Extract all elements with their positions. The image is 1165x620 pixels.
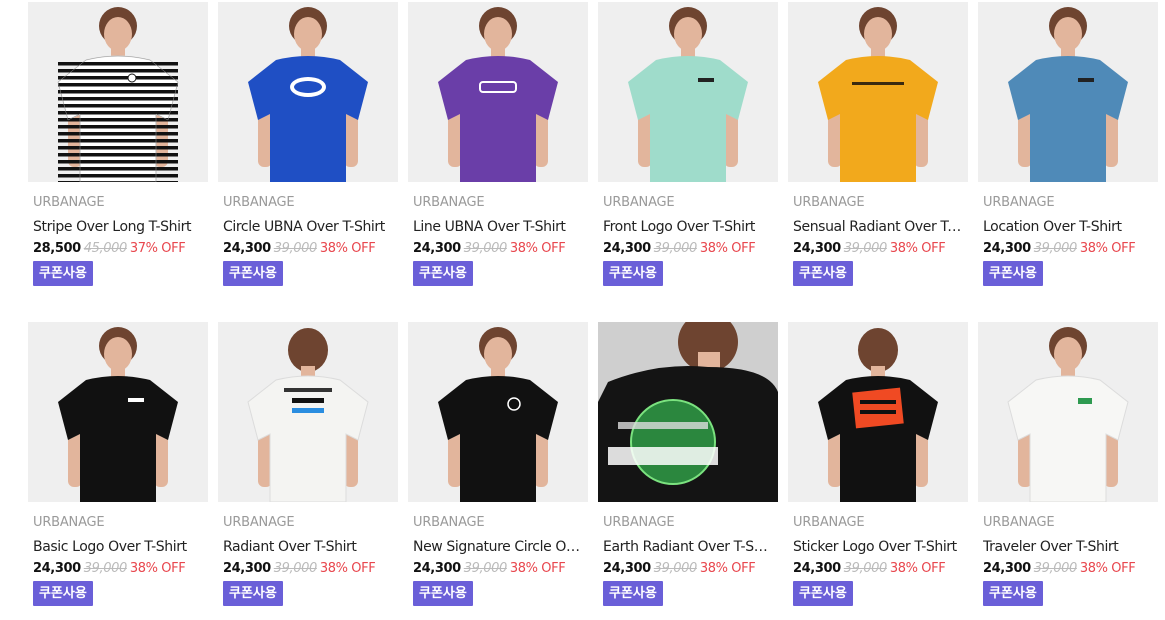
original-price: 39,000 bbox=[463, 241, 507, 256]
brand-name: URBANAGE bbox=[413, 515, 485, 530]
product-name[interactable]: Radiant Over T-Shirt bbox=[223, 539, 395, 555]
product-name[interactable]: Sensual Radiant Over T-Shirt bbox=[793, 219, 965, 235]
sale-price: 24,300 bbox=[223, 561, 271, 576]
product-name[interactable]: Earth Radiant Over T-Shirt bbox=[603, 539, 775, 555]
product-name[interactable]: Front Logo Over T-Shirt bbox=[603, 219, 775, 235]
discount-rate: 38% OFF bbox=[889, 561, 946, 576]
original-price: 39,000 bbox=[1033, 241, 1077, 256]
brand-name: URBANAGE bbox=[33, 515, 105, 530]
original-price: 45,000 bbox=[83, 241, 127, 256]
product-image[interactable] bbox=[408, 2, 588, 182]
coupon-button[interactable]: 쿠폰사용 bbox=[603, 581, 663, 606]
discount-rate: 38% OFF bbox=[509, 241, 566, 256]
brand-name: URBANAGE bbox=[33, 195, 105, 210]
product-image[interactable] bbox=[28, 2, 208, 182]
sale-price: 24,300 bbox=[413, 241, 461, 256]
product-name[interactable]: Circle UBNA Over T-Shirt bbox=[223, 219, 395, 235]
brand-name: URBANAGE bbox=[223, 195, 295, 210]
product-image[interactable] bbox=[28, 322, 208, 502]
product-name[interactable]: Line UBNA Over T-Shirt bbox=[413, 219, 585, 235]
product-image[interactable] bbox=[218, 2, 398, 182]
coupon-button[interactable]: 쿠폰사용 bbox=[793, 261, 853, 286]
product-image[interactable] bbox=[978, 2, 1158, 182]
coupon-button[interactable]: 쿠폰사용 bbox=[603, 261, 663, 286]
original-price: 39,000 bbox=[653, 241, 697, 256]
price-line: 24,300 39,000 38% OFF bbox=[33, 561, 186, 576]
sale-price: 24,300 bbox=[983, 241, 1031, 256]
sale-price: 24,300 bbox=[793, 241, 841, 256]
price-line: 24,300 39,000 38% OFF bbox=[983, 561, 1136, 576]
product-name[interactable]: Location Over T-Shirt bbox=[983, 219, 1155, 235]
discount-rate: 38% OFF bbox=[1079, 241, 1136, 256]
product-image[interactable] bbox=[788, 322, 968, 502]
coupon-button[interactable]: 쿠폰사용 bbox=[223, 581, 283, 606]
original-price: 39,000 bbox=[273, 561, 317, 576]
sale-price: 24,300 bbox=[603, 241, 651, 256]
price-line: 24,300 39,000 38% OFF bbox=[603, 241, 756, 256]
discount-rate: 38% OFF bbox=[319, 241, 376, 256]
brand-name: URBANAGE bbox=[603, 515, 675, 530]
brand-name: URBANAGE bbox=[793, 515, 865, 530]
discount-rate: 38% OFF bbox=[699, 241, 756, 256]
discount-rate: 38% OFF bbox=[1079, 561, 1136, 576]
original-price: 39,000 bbox=[83, 561, 127, 576]
discount-rate: 38% OFF bbox=[129, 561, 186, 576]
product-image[interactable] bbox=[598, 2, 778, 182]
discount-rate: 38% OFF bbox=[509, 561, 566, 576]
sale-price: 24,300 bbox=[223, 241, 271, 256]
brand-name: URBANAGE bbox=[603, 195, 675, 210]
coupon-button[interactable]: 쿠폰사용 bbox=[413, 261, 473, 286]
discount-rate: 37% OFF bbox=[129, 241, 186, 256]
price-line: 24,300 39,000 38% OFF bbox=[603, 561, 756, 576]
brand-name: URBANAGE bbox=[793, 195, 865, 210]
price-line: 24,300 39,000 38% OFF bbox=[793, 561, 946, 576]
sale-price: 24,300 bbox=[603, 561, 651, 576]
product-image[interactable] bbox=[978, 322, 1158, 502]
coupon-button[interactable]: 쿠폰사용 bbox=[983, 581, 1043, 606]
price-line: 24,300 39,000 38% OFF bbox=[413, 561, 566, 576]
sale-price: 24,300 bbox=[983, 561, 1031, 576]
product-image[interactable] bbox=[598, 322, 778, 502]
price-line: 28,500 45,000 37% OFF bbox=[33, 241, 186, 256]
discount-rate: 38% OFF bbox=[319, 561, 376, 576]
product-name[interactable]: Sticker Logo Over T-Shirt bbox=[793, 539, 965, 555]
coupon-button[interactable]: 쿠폰사용 bbox=[33, 581, 93, 606]
sale-price: 28,500 bbox=[33, 241, 81, 256]
product-image[interactable] bbox=[408, 322, 588, 502]
price-line: 24,300 39,000 38% OFF bbox=[223, 241, 376, 256]
original-price: 39,000 bbox=[653, 561, 697, 576]
coupon-button[interactable]: 쿠폰사용 bbox=[223, 261, 283, 286]
brand-name: URBANAGE bbox=[413, 195, 485, 210]
sale-price: 24,300 bbox=[413, 561, 461, 576]
product-name[interactable]: Basic Logo Over T-Shirt bbox=[33, 539, 205, 555]
brand-name: URBANAGE bbox=[223, 515, 295, 530]
discount-rate: 38% OFF bbox=[699, 561, 756, 576]
coupon-button[interactable]: 쿠폰사용 bbox=[983, 261, 1043, 286]
original-price: 39,000 bbox=[273, 241, 317, 256]
price-line: 24,300 39,000 38% OFF bbox=[223, 561, 376, 576]
discount-rate: 38% OFF bbox=[889, 241, 946, 256]
price-line: 24,300 39,000 38% OFF bbox=[983, 241, 1136, 256]
coupon-button[interactable]: 쿠폰사용 bbox=[413, 581, 473, 606]
product-name[interactable]: Stripe Over Long T-Shirt bbox=[33, 219, 205, 235]
brand-name: URBANAGE bbox=[983, 515, 1055, 530]
product-name[interactable]: Traveler Over T-Shirt bbox=[983, 539, 1155, 555]
original-price: 39,000 bbox=[463, 561, 507, 576]
product-image[interactable] bbox=[218, 322, 398, 502]
original-price: 39,000 bbox=[843, 241, 887, 256]
price-line: 24,300 39,000 38% OFF bbox=[413, 241, 566, 256]
coupon-button[interactable]: 쿠폰사용 bbox=[33, 261, 93, 286]
original-price: 39,000 bbox=[1033, 561, 1077, 576]
coupon-button[interactable]: 쿠폰사용 bbox=[793, 581, 853, 606]
sale-price: 24,300 bbox=[793, 561, 841, 576]
price-line: 24,300 39,000 38% OFF bbox=[793, 241, 946, 256]
original-price: 39,000 bbox=[843, 561, 887, 576]
brand-name: URBANAGE bbox=[983, 195, 1055, 210]
sale-price: 24,300 bbox=[33, 561, 81, 576]
product-name[interactable]: New Signature Circle Over T-Shirt bbox=[413, 539, 585, 555]
product-image[interactable] bbox=[788, 2, 968, 182]
